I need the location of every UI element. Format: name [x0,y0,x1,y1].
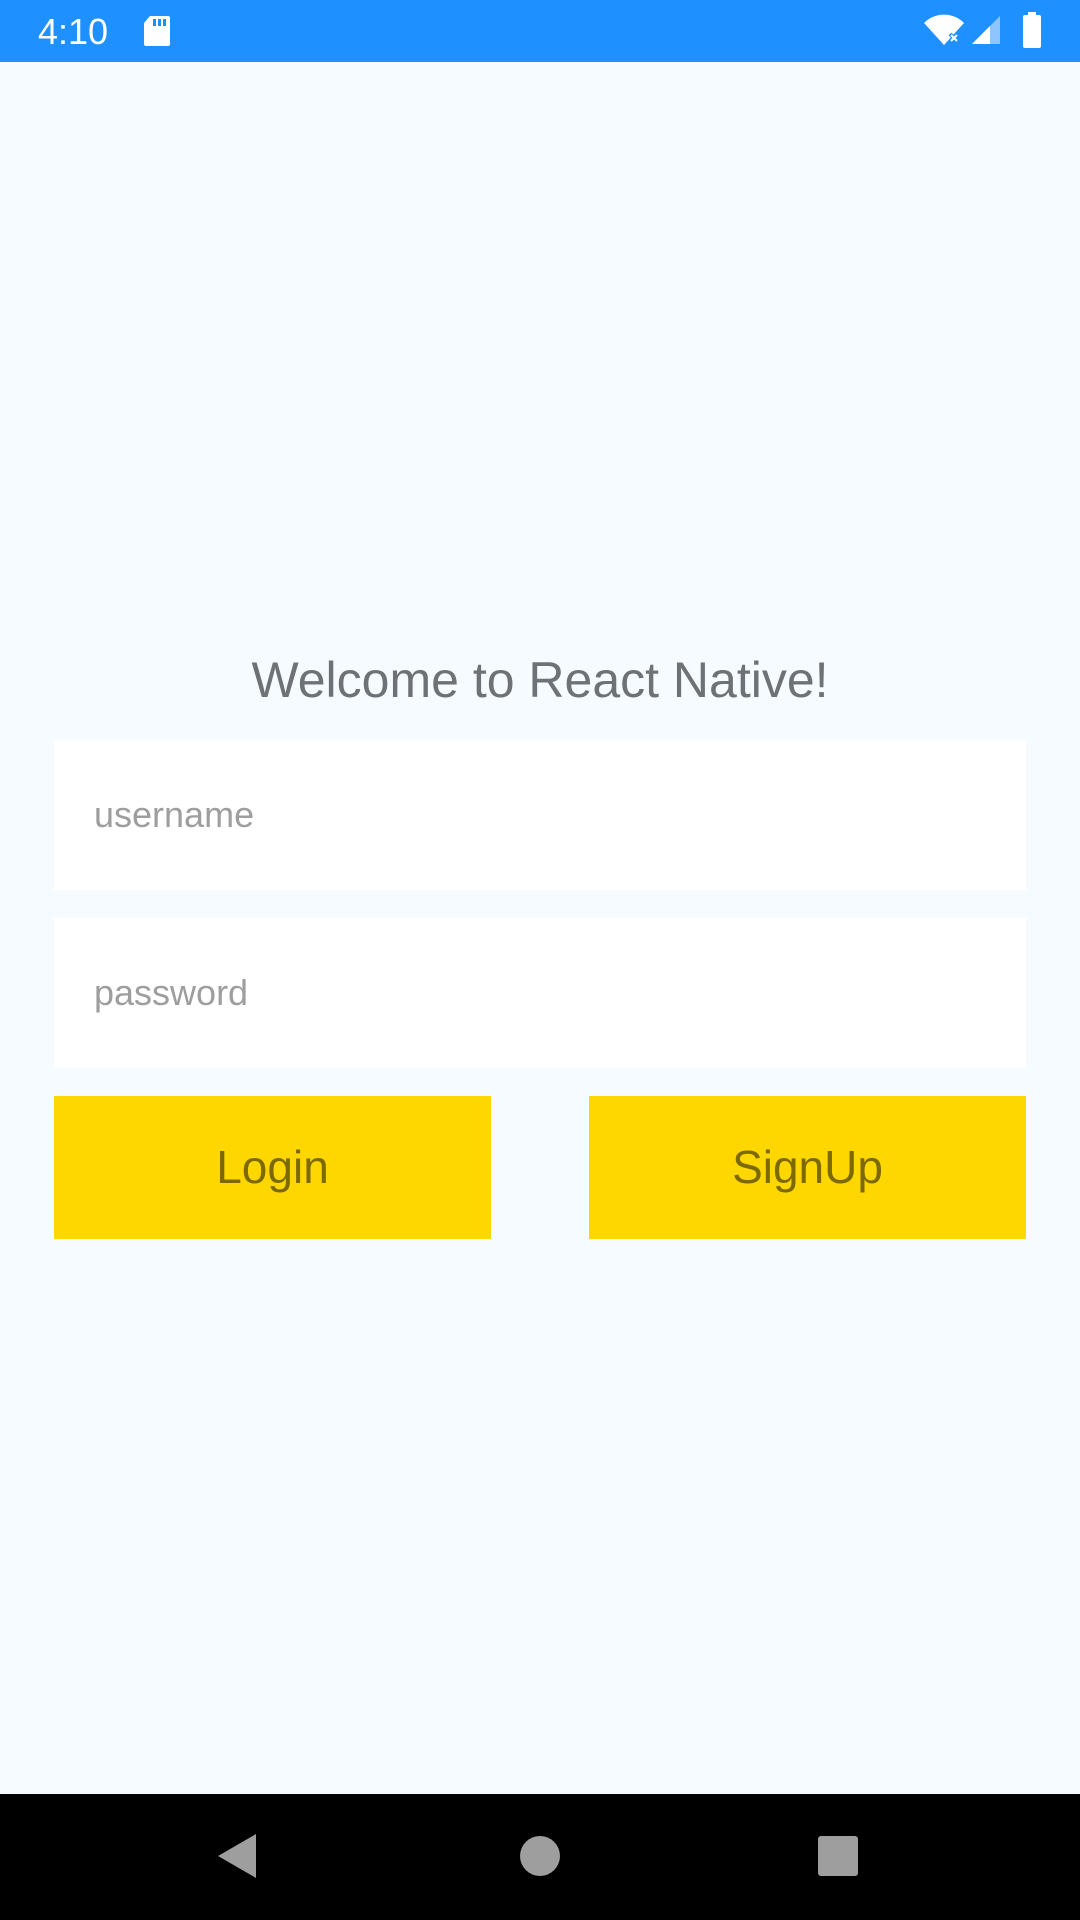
welcome-title: Welcome to React Native! [251,652,829,708]
navigation-bar [0,1794,1080,1920]
password-field[interactable] [94,918,1026,1068]
sd-card-icon [142,14,172,48]
signal-icon [970,14,1002,46]
battery-icon [1022,12,1042,48]
username-field[interactable] [94,740,1026,890]
wifi-icon [923,14,965,46]
back-icon[interactable] [216,1832,260,1880]
login-button[interactable]: Login [54,1096,491,1239]
username-field-container [54,740,1026,890]
status-bar: 4:10 [0,0,1080,62]
recents-icon[interactable] [818,1836,858,1876]
password-field-container [54,918,1026,1068]
signup-button[interactable]: SignUp [589,1096,1026,1239]
home-icon[interactable] [520,1836,560,1876]
status-time: 4:10 [38,11,109,52]
